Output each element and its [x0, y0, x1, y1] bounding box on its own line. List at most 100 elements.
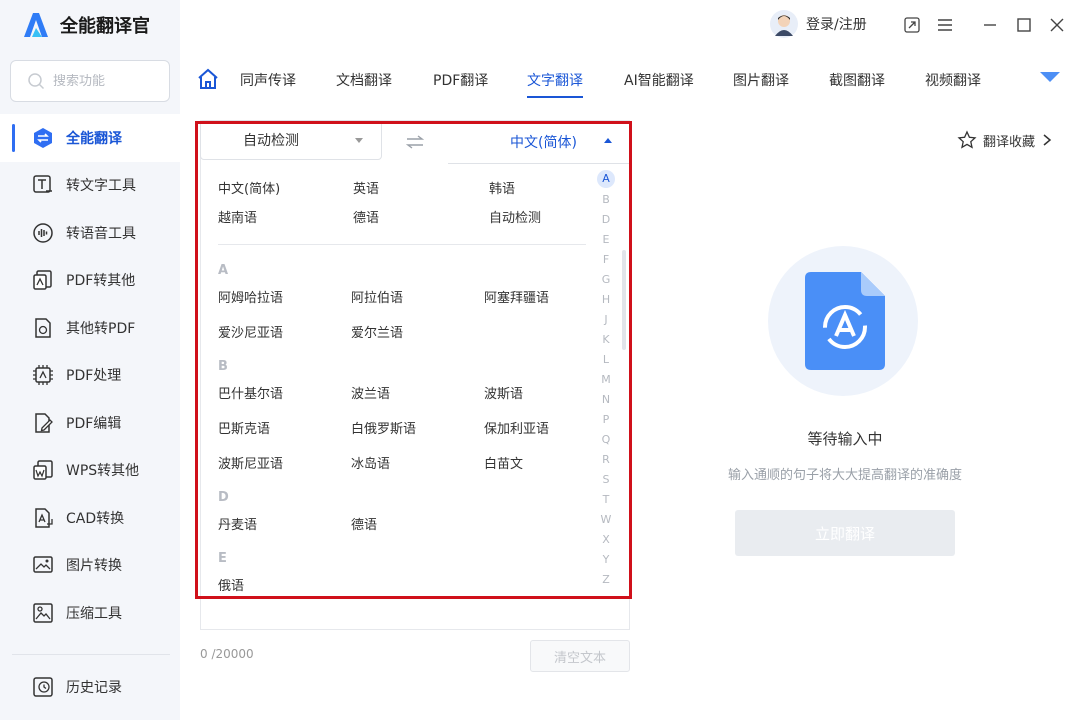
alpha-index-item[interactable]: P	[596, 410, 616, 430]
menu-icon[interactable]	[935, 15, 955, 35]
language-option[interactable]: 德语	[351, 514, 377, 533]
close-icon[interactable]	[1047, 15, 1067, 35]
swap-languages-button[interactable]	[382, 120, 448, 164]
alpha-index-item[interactable]: F	[596, 250, 616, 270]
language-option[interactable]: 波兰语	[351, 383, 390, 402]
alpha-index-item[interactable]: W	[596, 510, 616, 530]
alpha-index-item[interactable]: A	[597, 170, 615, 188]
language-option[interactable]: 阿姆哈拉语	[218, 287, 283, 306]
language-option[interactable]: 冰岛语	[351, 453, 390, 472]
language-option[interactable]: 波斯语	[484, 383, 523, 402]
translate-icon	[34, 127, 52, 148]
alpha-index-item[interactable]: Z	[596, 570, 616, 590]
sidebar-item-to-text[interactable]: 转文字工具	[0, 162, 180, 210]
search-input[interactable]	[53, 73, 153, 89]
sidebar-item-wps-to-other[interactable]: WPS转其他	[0, 447, 180, 495]
alpha-index-item[interactable]: D	[596, 210, 616, 230]
language-option[interactable]: 波斯尼亚语	[218, 453, 283, 472]
maximize-icon[interactable]	[1014, 15, 1034, 35]
sidebar-item-cad[interactable]: CAD转换	[0, 494, 180, 542]
compact-mode-icon[interactable]	[902, 15, 922, 35]
language-option[interactable]: 白俄罗斯语	[351, 418, 416, 437]
alpha-index-item[interactable]: G	[596, 270, 616, 290]
language-option[interactable]: 保加利亚语	[484, 418, 549, 437]
language-option[interactable]: 爱尔兰语	[351, 322, 403, 341]
home-icon[interactable]	[196, 67, 220, 91]
sidebar-nav: 全能翻译 转文字工具 转语音工具 PDF转其他 其他转PDF PDF处理 PDF…	[0, 114, 180, 637]
wps-icon	[33, 460, 53, 480]
favorites-button[interactable]: 翻译收藏	[957, 130, 1053, 150]
alpha-index-item[interactable]: K	[596, 330, 616, 350]
language-option[interactable]: 韩语	[489, 178, 515, 197]
alpha-index-item[interactable]: S	[596, 470, 616, 490]
target-language-select[interactable]: 中文(简体)	[448, 120, 630, 164]
tab-screenshot[interactable]: 截图翻译	[829, 70, 885, 90]
alpha-index-item[interactable]: H	[596, 290, 616, 310]
alpha-index-item[interactable]: L	[596, 350, 616, 370]
sidebar-item-pdf-to-other[interactable]: PDF转其他	[0, 257, 180, 305]
alpha-index-item[interactable]: N	[596, 390, 616, 410]
sidebar-item-label: WPS转其他	[66, 463, 140, 480]
tab-video[interactable]: 视频翻译	[925, 70, 981, 90]
letter-heading: E	[218, 551, 227, 566]
language-option[interactable]: 自动检测	[489, 207, 541, 226]
app-logo: 全能翻译官	[20, 10, 150, 40]
letter-heading: B	[218, 359, 228, 374]
translate-now-button[interactable]: 立即翻译	[735, 510, 955, 556]
sidebar-item-pdf-edit[interactable]: PDF编辑	[0, 399, 180, 447]
language-option[interactable]: 越南语	[218, 207, 257, 226]
dropdown-scrollbar[interactable]	[622, 250, 626, 350]
title-bar: 登录/注册	[180, 0, 1080, 50]
source-language-select[interactable]: 自动检测	[200, 120, 382, 160]
sidebar-item-all-translate[interactable]: 全能翻译	[0, 114, 180, 162]
alpha-index-item[interactable]: T	[596, 490, 616, 510]
language-option[interactable]: 阿塞拜疆语	[484, 287, 549, 306]
chevron-right-icon	[1043, 134, 1052, 146]
sidebar-item-image-convert[interactable]: 图片转换	[0, 542, 180, 590]
sidebar-item-other-to-pdf[interactable]: 其他转PDF	[0, 304, 180, 352]
swap-icon	[406, 135, 424, 149]
language-option[interactable]: 中文(简体)	[218, 178, 280, 197]
language-option[interactable]: 德语	[353, 207, 379, 226]
chevron-down-icon	[355, 138, 363, 143]
alpha-index-item[interactable]: E	[596, 230, 616, 250]
more-tabs-arrow-icon[interactable]	[1040, 72, 1060, 82]
alpha-index-item[interactable]: X	[596, 530, 616, 550]
minimize-icon[interactable]	[980, 15, 1000, 35]
sidebar-item-label: 其他转PDF	[66, 320, 136, 337]
language-option[interactable]: 丹麦语	[218, 514, 257, 533]
pdf-export-icon	[33, 270, 52, 290]
tab-simultaneous[interactable]: 同声传译	[240, 70, 296, 90]
language-option[interactable]: 英语	[353, 178, 379, 197]
login-button[interactable]: 登录/注册	[770, 10, 867, 38]
pdf-edit-icon	[35, 413, 53, 433]
language-option[interactable]: 巴什基尔语	[218, 383, 283, 402]
tab-pdf[interactable]: PDF翻译	[433, 70, 488, 90]
alpha-index-item[interactable]: R	[596, 450, 616, 470]
sidebar: 全能翻译官 全能翻译 转文字工具	[0, 0, 180, 720]
sidebar-item-pdf-process[interactable]: PDF处理	[0, 352, 180, 400]
language-option[interactable]: 白苗文	[484, 453, 523, 472]
alpha-index-item[interactable]: Y	[596, 550, 616, 570]
search-box[interactable]	[10, 60, 170, 102]
tab-ai[interactable]: AI智能翻译	[624, 70, 694, 90]
language-option[interactable]: 阿拉伯语	[351, 287, 403, 306]
sidebar-item-to-speech[interactable]: 转语音工具	[0, 209, 180, 257]
language-option[interactable]: 俄语	[218, 575, 244, 594]
alpha-index-item[interactable]: M	[596, 370, 616, 390]
tab-document[interactable]: 文档翻译	[336, 70, 392, 90]
clear-text-button[interactable]: 清空文本	[530, 640, 630, 672]
alpha-index-item[interactable]: J	[596, 310, 616, 330]
language-option[interactable]: 爱沙尼亚语	[218, 322, 283, 341]
sidebar-item-label: PDF编辑	[66, 415, 122, 432]
tab-image[interactable]: 图片翻译	[733, 70, 789, 90]
app-title: 全能翻译官	[60, 16, 150, 37]
sidebar-divider	[12, 654, 170, 655]
language-option[interactable]: 巴斯克语	[218, 418, 270, 437]
alpha-index-item[interactable]: B	[596, 190, 616, 210]
chevron-up-icon	[604, 138, 612, 143]
tab-text[interactable]: 文字翻译	[527, 70, 583, 98]
alpha-index-item[interactable]: Q	[596, 430, 616, 450]
sidebar-item-compress[interactable]: 压缩工具	[0, 589, 180, 637]
sidebar-item-history[interactable]: 历史记录	[0, 664, 180, 710]
